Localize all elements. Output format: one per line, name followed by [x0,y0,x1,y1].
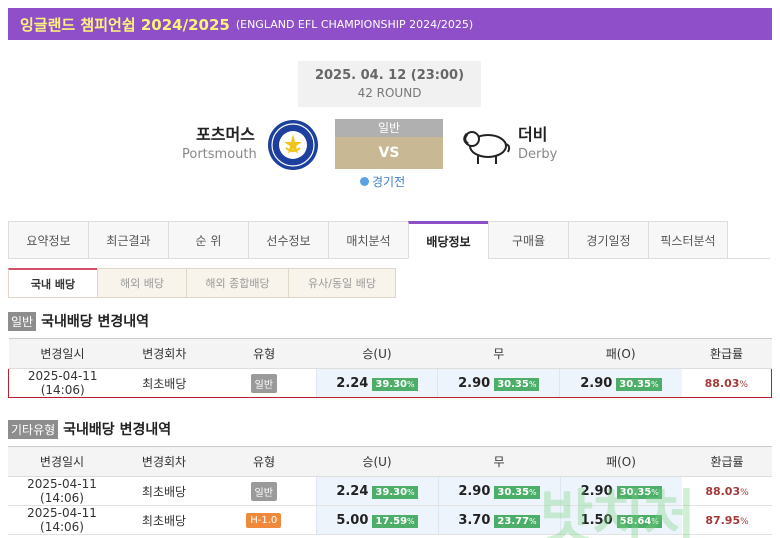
table-row[interactable]: 2025-04-11 (14:06) 최초배당 일반 2.24 39.30% 2.90 30… [8,368,772,398]
loss-odds: 2.90 [580,375,613,391]
change-round: 최초배당 [142,376,187,391]
win-odds: 5.00 [336,512,369,528]
column-header: 변경일시 [8,338,117,369]
win-odds: 2.24 [336,483,369,499]
match-status: 경기전 [360,173,405,190]
tab-3[interactable]: 선수정보 [248,221,328,259]
section-title-text: 국내배당 변경내역 [63,422,172,438]
tab-5[interactable]: 배당정보 [408,221,488,259]
derby-ram-icon[interactable] [458,122,514,168]
win-percent: 39.30% [372,485,418,499]
column-header: 패(O) [559,338,682,369]
section-other-title: 기타유형 국내배당 변경내역 [8,419,171,439]
tab-4[interactable]: 매치분석 [328,221,408,259]
tab-7[interactable]: 경기일정 [568,221,648,259]
column-header: 유형 [212,446,316,477]
section-title-text: 국내배당 변경내역 [41,314,150,330]
change-date: 2025-04-11 (14:06) [27,506,97,534]
section-general-title: 일반 국내배당 변경내역 [8,311,149,331]
section-tag: 일반 [8,311,37,331]
away-team-name[interactable]: 더비 [518,121,547,145]
vs-label: VS [335,137,443,169]
subtab-3[interactable]: 유사/동일 배당 [288,268,396,298]
change-round: 최초배당 [141,484,187,499]
status-dot-icon [360,177,369,186]
bet-type-label: 일반 [335,119,443,137]
bet-type-badge: H-1.0 [246,513,282,528]
refund-rate: 87.95% [705,514,749,527]
match-round: 42 ROUND [357,86,422,100]
watermark: 밧치처 [540,483,696,538]
draw-percent: 23.77% [494,514,540,528]
column-header: 유형 [212,338,317,369]
subtab-1[interactable]: 해외 배당 [97,268,187,298]
match-status-text: 경기전 [372,175,406,189]
tab-0[interactable]: 요약정보 [8,221,88,259]
away-team-en: Derby [518,147,558,162]
draw-percent: 30.35% [494,485,540,499]
draw-odds: 2.90 [458,483,491,499]
refund-rate: 88.03% [704,377,748,390]
section-tag: 기타유형 [8,419,59,439]
loss-percent: 30.35% [616,377,662,391]
table-header-row: 변경일시 변경회차 유형 승(U) 무 패(O) 환급률 [8,338,772,369]
portsmouth-crest-icon[interactable] [266,118,320,172]
league-subtitle: (ENGLAND EFL CHAMPIONSHIP 2024/2025) [235,17,474,31]
column-header: 환급률 [682,446,772,477]
main-tabs: 요약정보 최근결과 순 위 선수정보 매치분석 배당정보 구매율 경기일정 픽스터분석 [8,221,770,259]
column-header: 승(U) [316,338,438,369]
change-date: 2025-04-11 (14:06) [27,477,97,505]
bet-type-badge: 일반 [250,373,278,393]
odds-table-general: 변경일시 변경회차 유형 승(U) 무 패(O) 환급률 2025-04-11 (14:06)… [8,338,772,398]
column-header: 변경회차 [116,338,213,369]
win-odds: 2.24 [336,375,369,391]
win-percent: 39.30% [372,377,418,391]
odds-subtabs: 국내 배당 해외 배당 해외 종합배당 유사/동일 배당 [8,268,396,298]
league-header: 잉글랜드 챔피언쉽 2024/2025 (ENGLAND EFL CHAMPIO… [8,8,772,40]
home-team-en: Portsmouth [182,147,257,162]
tab-6[interactable]: 구매율 [488,221,568,259]
bet-type-badge: 일반 [250,481,277,501]
league-title: 잉글랜드 챔피언쉽 2024/2025 [20,15,230,34]
tab-8[interactable]: 픽스터분석 [648,221,728,259]
match-datetime: 2025. 04. 12 (23:00) [314,68,465,83]
match-date-box: 2025. 04. 12 (23:00) 42 ROUND [298,61,481,107]
draw-percent: 30.35% [494,377,540,391]
subtab-2[interactable]: 해외 종합배당 [186,268,289,298]
draw-odds: 3.70 [458,512,491,528]
column-header: 승(U) [316,446,438,477]
column-header: 무 [437,338,560,369]
refund-rate: 88.03% [705,485,749,498]
change-round: 최초배당 [141,513,187,528]
vs-box: 일반 VS [335,119,443,169]
win-percent: 17.59% [372,514,418,528]
column-header: 환급률 [681,338,772,369]
column-header: 변경일시 [8,446,116,477]
home-team-name[interactable]: 포츠머스 [196,121,255,145]
subtab-0[interactable]: 국내 배당 [8,268,98,298]
tab-2[interactable]: 순 위 [168,221,248,259]
tab-1[interactable]: 최근결과 [88,221,168,259]
column-header: 변경회차 [116,446,212,477]
change-date: 2025-04-11 (14:06) [27,369,98,397]
draw-odds: 2.90 [458,375,491,391]
